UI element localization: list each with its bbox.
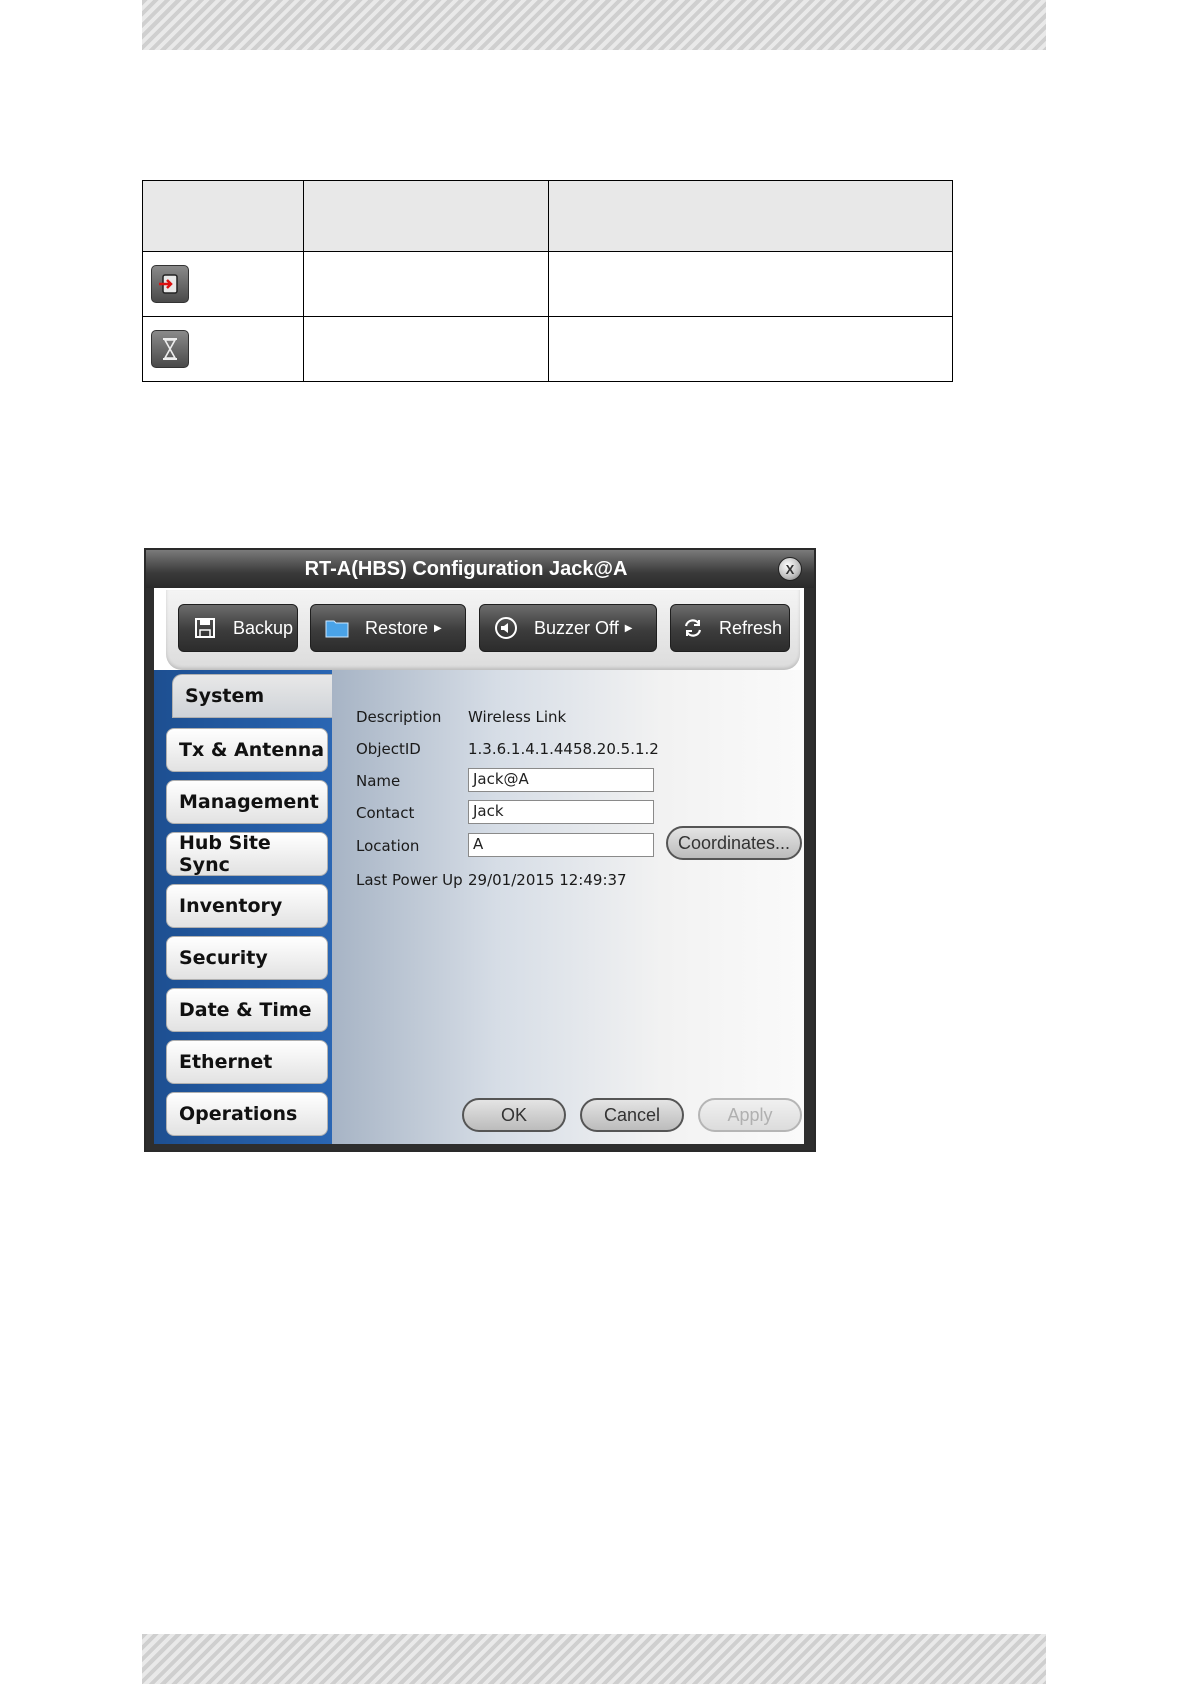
restore-button[interactable]: Restore ▶ bbox=[310, 604, 466, 652]
buzzer-off-label: Buzzer Off bbox=[534, 617, 619, 638]
system-panel: Description Wireless Link ObjectID 1.3.6… bbox=[332, 670, 804, 1144]
tab-hub-site-sync[interactable]: Hub Site Sync bbox=[166, 832, 328, 876]
apply-button[interactable]: Apply bbox=[698, 1098, 802, 1132]
table-cell bbox=[303, 316, 549, 382]
footer-stripe-band bbox=[142, 1634, 1046, 1684]
table-row bbox=[142, 316, 953, 382]
tab-security[interactable]: Security bbox=[166, 936, 328, 980]
tab-operations[interactable]: Operations bbox=[166, 1092, 328, 1136]
ok-button[interactable]: OK bbox=[462, 1098, 566, 1132]
last-power-up-label: Last Power Up bbox=[356, 871, 463, 889]
contact-field[interactable]: Jack bbox=[468, 800, 654, 824]
caret-right-icon: ▶ bbox=[434, 622, 442, 634]
window-title-bar[interactable]: RT-A(HBS) Configuration Jack@A X bbox=[146, 550, 814, 588]
tab-system[interactable]: System bbox=[172, 674, 334, 718]
icon-reference-table bbox=[142, 180, 953, 382]
floppy-disk-icon bbox=[189, 617, 221, 639]
table-cell bbox=[142, 316, 304, 382]
refresh-button[interactable]: Refresh bbox=[670, 604, 790, 652]
tab-management[interactable]: Management bbox=[166, 780, 328, 824]
tab-ethernet[interactable]: Ethernet bbox=[166, 1040, 328, 1084]
table-row bbox=[142, 251, 953, 317]
window-client-area: Backup Restore ▶ Buzzer Off ▶ Refresh Sy… bbox=[154, 588, 804, 1144]
sidebar: System Tx & Antenna Management Hub Site … bbox=[154, 670, 334, 1144]
name-label: Name bbox=[356, 772, 401, 790]
last-power-up-value: 29/01/2015 12:49:37 bbox=[468, 871, 627, 889]
table-header-cell bbox=[303, 180, 549, 252]
hourglass-icon bbox=[151, 330, 189, 368]
tab-tx-antenna[interactable]: Tx & Antenna bbox=[166, 728, 328, 772]
backup-label: Backup bbox=[233, 617, 294, 638]
table-cell bbox=[303, 251, 549, 317]
tab-inventory[interactable]: Inventory bbox=[166, 884, 328, 928]
contact-label: Contact bbox=[356, 804, 415, 822]
window-title: RT-A(HBS) Configuration Jack@A bbox=[304, 558, 628, 580]
objectid-value: 1.3.6.1.4.1.4458.20.5.1.2 bbox=[468, 740, 659, 758]
location-label: Location bbox=[356, 837, 420, 855]
table-cell bbox=[142, 251, 304, 317]
description-label: Description bbox=[356, 708, 442, 726]
location-field[interactable]: A bbox=[468, 833, 654, 857]
speaker-mute-icon bbox=[490, 616, 522, 640]
refresh-label: Refresh bbox=[719, 617, 783, 638]
cancel-button[interactable]: Cancel bbox=[580, 1098, 684, 1132]
table-cell bbox=[548, 251, 953, 317]
name-field[interactable]: Jack@A bbox=[468, 768, 654, 792]
table-cell bbox=[548, 316, 953, 382]
buzzer-off-button[interactable]: Buzzer Off ▶ bbox=[479, 604, 657, 652]
tab-date-time[interactable]: Date & Time bbox=[166, 988, 328, 1032]
close-icon[interactable]: X bbox=[778, 557, 802, 581]
header-stripe-band bbox=[142, 0, 1046, 50]
coordinates-button[interactable]: Coordinates... bbox=[666, 826, 802, 860]
refresh-icon bbox=[677, 617, 709, 639]
configuration-window: RT-A(HBS) Configuration Jack@A X Backup … bbox=[144, 548, 816, 1152]
table-header-row bbox=[142, 180, 953, 252]
backup-button[interactable]: Backup bbox=[178, 604, 298, 652]
restore-label: Restore bbox=[365, 617, 429, 638]
table-header-cell bbox=[548, 180, 953, 252]
description-value: Wireless Link bbox=[468, 708, 567, 726]
toolbar: Backup Restore ▶ Buzzer Off ▶ Refresh bbox=[166, 590, 800, 670]
folder-icon bbox=[321, 618, 353, 638]
login-arrow-icon bbox=[151, 265, 189, 303]
objectid-label: ObjectID bbox=[356, 740, 421, 758]
table-header-cell bbox=[142, 180, 304, 252]
caret-right-icon: ▶ bbox=[624, 622, 633, 634]
